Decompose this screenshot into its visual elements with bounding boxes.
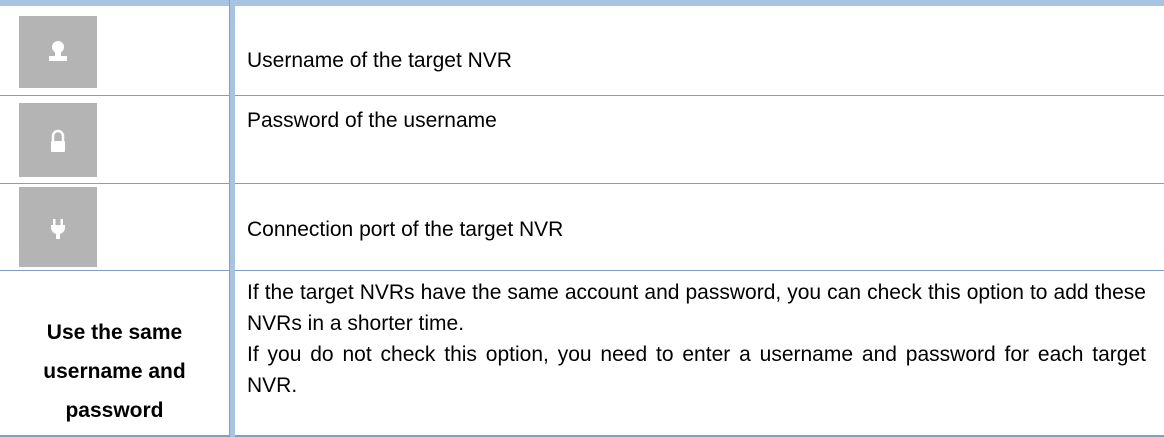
description-cell: If the target NVRs have the same account… [247,271,1146,435]
label-cell: Use the same username and password [0,271,229,435]
icon-cell [0,96,229,183]
table-row-same-credentials: Use the same username and password If th… [0,271,1164,437]
description-paragraph: If the target NVRs have the same account… [247,281,1146,335]
plug-icon [19,187,97,267]
table-row-port: Connection port of the target NVR [0,184,1164,271]
table-row-password: Password of the username [0,96,1164,184]
label-line: password [65,399,164,422]
description-cell: Username of the target NVR [247,6,1146,95]
user-icon [19,16,97,88]
description-cell: Connection port of the target NVR [247,184,1146,270]
same-credentials-description: If the target NVRs have the same account… [247,277,1146,401]
label-line: username and [43,360,186,383]
table-row-username: Username of the target NVR [0,6,1164,96]
same-credentials-label: Use the same username and password [0,313,229,430]
username-description: Username of the target NVR [247,49,512,72]
icon-cell [0,6,229,95]
label-line: Use the same [46,321,183,344]
description-cell: Password of the username [247,96,1146,183]
lock-icon [19,103,97,177]
icon-cell [0,184,229,270]
description-paragraph: If you do not check this option, you nee… [247,343,1146,397]
password-description: Password of the username [247,109,497,132]
port-description: Connection port of the target NVR [247,218,564,241]
column-divider [229,0,235,437]
